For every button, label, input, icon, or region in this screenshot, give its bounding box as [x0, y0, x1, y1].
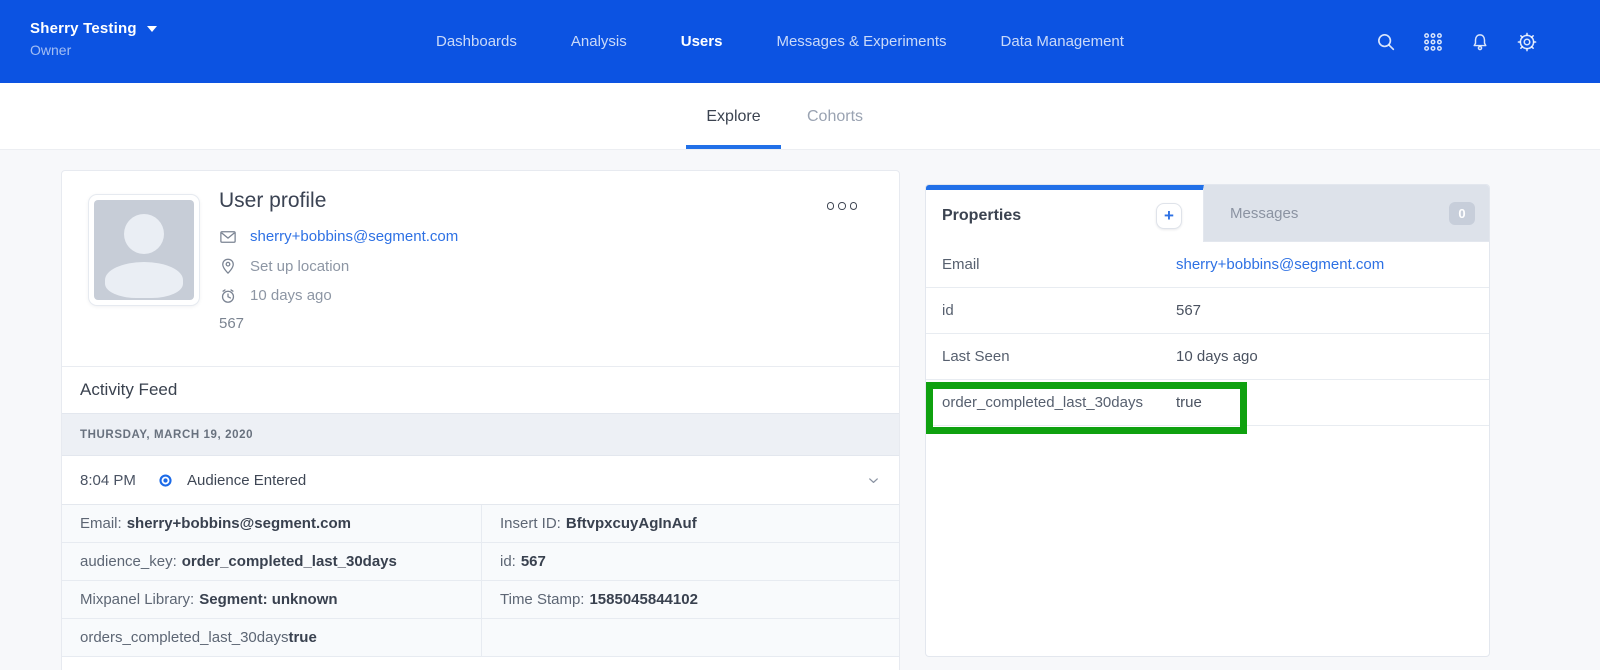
location-pin-icon — [219, 257, 237, 275]
property-row-last-seen: Last Seen 10 days ago — [926, 334, 1489, 380]
property-row-email: Email sherry+bobbins@segment.com — [926, 242, 1489, 288]
event-time: 8:04 PM — [80, 472, 158, 489]
avatar-silhouette-head — [124, 214, 164, 254]
messages-count-badge: 0 — [1449, 202, 1475, 225]
tab-messages-label: Messages — [1230, 205, 1298, 222]
nav-item-data-management[interactable]: Data Management — [1001, 33, 1124, 50]
activity-feed-title: Activity Feed — [62, 366, 899, 413]
properties-panel-card: Properties + Messages 0 Email sherry+bob… — [925, 184, 1490, 657]
profile-last-seen: 10 days ago — [250, 287, 332, 304]
nav-item-users[interactable]: Users — [681, 33, 723, 50]
tab-explore[interactable]: Explore — [686, 83, 781, 150]
avatar-silhouette-body — [105, 262, 183, 298]
event-details-table: Email:sherry+bobbins@segment.com Insert … — [62, 504, 899, 657]
chevron-down-icon[interactable] — [866, 473, 881, 488]
event-detail-cell: Email:sherry+bobbins@segment.com — [62, 505, 482, 543]
properties-panel-tabs: Properties + Messages 0 — [926, 185, 1489, 242]
avatar — [89, 195, 199, 305]
active-tab-underline — [686, 145, 781, 150]
tab-properties[interactable]: Properties + — [926, 185, 1204, 242]
secondary-tabbar: Explore Cohorts — [0, 83, 1600, 150]
apps-grid-icon[interactable] — [1422, 31, 1444, 53]
tab-cohorts[interactable]: Cohorts — [795, 83, 875, 150]
nav-item-dashboards[interactable]: Dashboards — [436, 33, 517, 50]
tab-messages[interactable]: Messages 0 — [1204, 185, 1489, 242]
event-detail-cell: id:567 — [482, 543, 899, 581]
activity-event-row[interactable]: 8:04 PM Audience Entered — [62, 456, 899, 504]
profile-header: User profile sherry+bobbins@segment.com — [62, 171, 899, 366]
event-detail-cell: Mixpanel Library:Segment: unknown — [62, 581, 482, 619]
event-detail-cell: Time Stamp:1585045844102 — [482, 581, 899, 619]
notifications-bell-icon[interactable] — [1469, 31, 1491, 53]
event-detail-cell: audience_key:order_completed_last_30days — [62, 543, 482, 581]
profile-user-id: 567 — [219, 315, 458, 332]
event-detail-cell: Insert ID:BftvpxcuyAgInAuf — [482, 505, 899, 543]
event-detail-cell-empty — [482, 619, 899, 657]
profile-email-link[interactable]: sherry+bobbins@segment.com — [250, 228, 458, 245]
profile-title: User profile — [219, 189, 458, 213]
workspace-role: Owner — [30, 42, 157, 58]
activity-date-header: THURSDAY, MARCH 19, 2020 — [62, 413, 899, 456]
tab-properties-label: Properties — [942, 207, 1021, 225]
workspace-switcher[interactable]: Sherry Testing Owner — [30, 20, 157, 58]
alarm-clock-icon — [219, 287, 237, 305]
page: Sherry Testing Owner Dashboards Analysis… — [0, 0, 1600, 670]
caret-down-icon — [147, 26, 157, 32]
envelope-icon — [219, 228, 237, 246]
nav-item-messages-experiments[interactable]: Messages & Experiments — [776, 33, 946, 50]
workspace-name: Sherry Testing — [30, 20, 137, 37]
event-detail-cell: orders_completed_last_30daystrue — [62, 619, 482, 657]
user-profile-card: User profile sherry+bobbins@segment.com — [61, 170, 900, 670]
add-property-button[interactable]: + — [1156, 203, 1182, 229]
nav-icon-group — [1375, 0, 1538, 83]
property-row-id: id 567 — [926, 288, 1489, 334]
property-row-order-completed: order_completed_last_30days true — [926, 380, 1489, 426]
set-up-location-link[interactable]: Set up location — [250, 258, 349, 275]
nav-item-analysis[interactable]: Analysis — [571, 33, 627, 50]
primary-nav: Dashboards Analysis Users Messages & Exp… — [436, 0, 1124, 83]
property-email-link[interactable]: sherry+bobbins@segment.com — [1176, 256, 1384, 273]
profile-info: User profile sherry+bobbins@segment.com — [219, 189, 458, 332]
event-name: Audience Entered — [187, 472, 306, 489]
settings-gear-icon[interactable] — [1516, 31, 1538, 53]
top-nav: Sherry Testing Owner Dashboards Analysis… — [0, 0, 1600, 83]
audience-entered-dot-icon — [158, 473, 173, 488]
more-options-kebab-icon[interactable] — [827, 202, 858, 210]
search-icon[interactable] — [1375, 31, 1397, 53]
